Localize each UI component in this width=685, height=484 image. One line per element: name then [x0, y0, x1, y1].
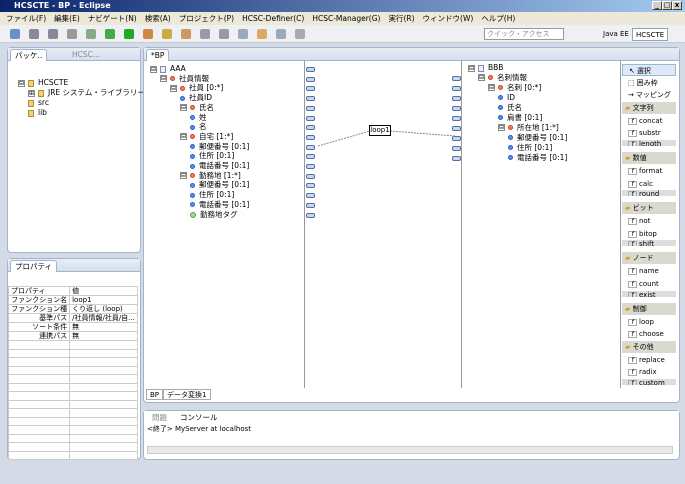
- function-icon: f: [628, 291, 637, 297]
- palette-item[interactable]: → マッピング: [622, 89, 676, 101]
- function-icon: f: [628, 191, 637, 197]
- palette-item-label: 文字列: [632, 103, 654, 112]
- folder-open-icon: ▰: [625, 154, 633, 162]
- console-panel: 問題 コンソール <終了> MyServer at localhost: [143, 410, 680, 460]
- palette-item-label: substr: [639, 129, 661, 138]
- palette-item-label: radix: [639, 368, 657, 377]
- function-icon: f: [628, 380, 637, 385]
- function-icon: f: [628, 318, 637, 326]
- palette-drawer-数値[interactable]: ▰ 数値: [622, 152, 676, 164]
- palette-item[interactable]: f name: [622, 265, 676, 277]
- palette-item-label: shift: [639, 240, 655, 247]
- mapping-line[interactable]: [389, 130, 456, 137]
- function-icon: f: [628, 268, 637, 276]
- palette-item[interactable]: f length: [622, 140, 676, 146]
- palette-item-label: replace: [639, 355, 665, 364]
- palette-item-label: 制御: [632, 304, 647, 313]
- palette-item-label: 数値: [632, 154, 647, 162]
- palette-drawer-その他[interactable]: ▰ その他: [622, 340, 676, 353]
- palette-drawer-文字列[interactable]: ▰ 文字列: [622, 101, 676, 114]
- function-icon: f: [628, 180, 637, 188]
- palette-item-label: ノード: [632, 254, 654, 263]
- status-bar: [0, 462, 685, 484]
- palette-item-label: format: [639, 167, 663, 175]
- palette-item[interactable]: f count: [622, 278, 676, 290]
- folder-open-icon: ▰: [625, 304, 633, 313]
- palette-item-label: concat: [639, 116, 663, 125]
- palette-item[interactable]: f shift: [622, 240, 676, 247]
- mapping-arrow-icon: →: [628, 91, 634, 100]
- palette-item[interactable]: f bitop: [622, 228, 676, 240]
- palette-item[interactable]: ↖ 選択: [622, 64, 676, 76]
- palette-item-label: custom: [639, 379, 665, 385]
- function-icon: f: [628, 117, 637, 125]
- palette-item[interactable]: f concat: [622, 115, 676, 127]
- folder-open-icon: ▰: [625, 204, 633, 213]
- palette-item-label: count: [639, 280, 659, 288]
- folder-open-icon: ▰: [625, 342, 633, 351]
- horizontal-scrollbar[interactable]: [147, 446, 673, 454]
- palette-item-label: calc: [639, 179, 653, 188]
- palette-item-label: not: [639, 217, 651, 226]
- palette-item[interactable]: f exist: [622, 290, 676, 297]
- mapping-line[interactable]: [317, 130, 371, 147]
- palette-item[interactable]: f radix: [622, 366, 676, 378]
- palette-item-label: ビット: [632, 204, 654, 213]
- editor-bottom-tabs: BP データ変換1: [146, 389, 211, 400]
- palette-item-label: 選択: [636, 67, 651, 75]
- palette-item-label: その他: [632, 342, 654, 351]
- palette-item-label: bitop: [639, 229, 657, 238]
- function-icon: f: [628, 130, 637, 138]
- tab-data-conversion[interactable]: データ変換1: [163, 389, 211, 400]
- palette-item-label: name: [639, 267, 659, 276]
- palette-item[interactable]: f replace: [622, 354, 676, 366]
- tab-console[interactable]: コンソール: [176, 412, 222, 424]
- palette-item[interactable]: f substr: [622, 127, 676, 139]
- palette-item[interactable]: f loop: [622, 316, 676, 328]
- tab-problems[interactable]: 問題: [148, 412, 171, 424]
- palette-item[interactable]: f format: [622, 165, 676, 177]
- palette-drawer-制御[interactable]: ▰ 制御: [622, 302, 676, 315]
- function-icon: f: [628, 168, 637, 175]
- marquee-icon: ⬚: [628, 78, 635, 87]
- select-arrow-icon: ↖: [629, 67, 635, 75]
- palette-item-label: 囲み枠: [636, 78, 658, 87]
- palette-item-label: loop: [639, 317, 654, 326]
- palette-item[interactable]: f not: [622, 215, 676, 227]
- function-icon: f: [628, 356, 637, 364]
- function-icon: f: [628, 281, 637, 288]
- palette-item[interactable]: f calc: [622, 178, 676, 190]
- palette-item[interactable]: f custom: [622, 379, 676, 385]
- palette-item-label: exist: [639, 290, 656, 297]
- palette-item[interactable]: ⬚ 囲み枠: [622, 77, 676, 89]
- palette-drawer-ビット[interactable]: ▰ ビット: [622, 202, 676, 215]
- tab-bp[interactable]: BP: [146, 389, 164, 400]
- function-icon: f: [628, 218, 637, 226]
- function-icon: f: [628, 241, 637, 247]
- folder-open-icon: ▰: [625, 254, 633, 263]
- function-icon: f: [628, 331, 637, 339]
- loop-function-node[interactable]: loop1: [369, 125, 391, 136]
- palette-item-label: length: [639, 140, 662, 146]
- palette-drawer-ノード[interactable]: ▰ ノード: [622, 252, 676, 265]
- palette-item[interactable]: f choose: [622, 328, 676, 340]
- function-icon: f: [628, 369, 637, 377]
- function-icon: f: [628, 230, 637, 238]
- palette-item-label: マッピング: [635, 91, 671, 100]
- console-output: <終了> MyServer at localhost: [147, 425, 251, 433]
- palette-item-label: round: [639, 190, 660, 197]
- palette-item-label: choose: [639, 330, 664, 339]
- function-icon: f: [628, 141, 637, 146]
- palette-item[interactable]: f round: [622, 190, 676, 197]
- folder-open-icon: ▰: [625, 103, 633, 112]
